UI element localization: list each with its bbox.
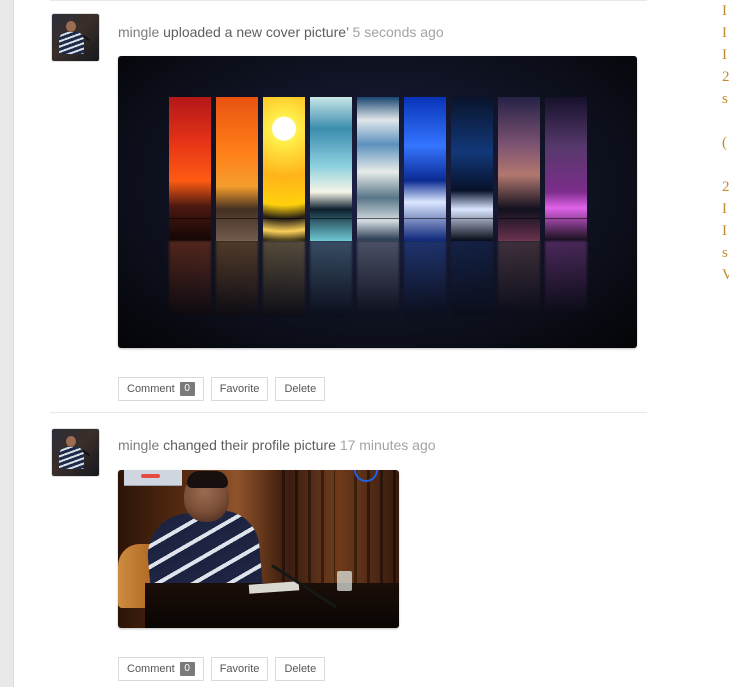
avatar-head-shape (66, 21, 76, 32)
cover-stripe-orange (216, 97, 258, 241)
avatar-body-shape (59, 447, 84, 469)
right-edge-glyph[interactable]: V (722, 264, 729, 286)
right-edge-glyph[interactable]: I (722, 44, 729, 66)
avatar-head-shape (66, 436, 76, 447)
user-avatar-icon[interactable] (52, 14, 99, 61)
right-edge-glyph[interactable]: s (722, 242, 729, 264)
cover-stripe-sky-blue (357, 97, 399, 241)
comment-button[interactable]: Comment 0 (118, 377, 204, 401)
feed-item-headline: mingle changed their profile picture 17 … (118, 436, 436, 454)
cover-stripe-cyan (310, 97, 352, 241)
person-hair-shape (187, 471, 228, 488)
right-edge-glyph[interactable]: I (722, 198, 729, 220)
comment-button[interactable]: Comment 0 (118, 657, 204, 681)
activity-time: 17 minutes ago (339, 437, 436, 453)
feed-item-actions: Comment 0 Favorite Delete (118, 377, 332, 401)
feed-item-divider (50, 412, 647, 413)
delete-button[interactable]: Delete (275, 377, 326, 401)
activity-feed-page: mingle uploaded a new cover picture’ 5 s… (0, 0, 729, 687)
delete-button[interactable]: Delete (275, 657, 326, 681)
cover-reflection-red (169, 241, 211, 316)
cover-reflection-violet (498, 241, 540, 316)
right-edge-glyph[interactable]: s (722, 88, 729, 110)
cover-reflection-purple (545, 241, 587, 316)
cover-stripe-blue (404, 97, 446, 241)
right-edge-glyph[interactable]: I (722, 22, 729, 44)
feed-item-actions: Comment 0 Favorite Delete (118, 657, 332, 681)
activity-time: 5 seconds ago (352, 24, 444, 40)
actor-name[interactable]: mingle (118, 24, 159, 40)
right-edge-cropped-text: I I I 2 s ( 2 I I s V (722, 0, 729, 305)
background-sign (124, 470, 182, 486)
cover-reflection-orange (216, 241, 258, 316)
glass-shape (337, 571, 352, 591)
cover-reflection-yellow (263, 241, 305, 316)
cover-stripe-red (169, 97, 211, 241)
cover-stripe-yellow (263, 97, 305, 241)
right-edge-glyph (722, 154, 729, 176)
activity-action: changed their profile picture (163, 437, 336, 453)
comment-label: Comment (127, 383, 175, 395)
feed-item-headline: mingle uploaded a new cover picture’ 5 s… (118, 23, 444, 41)
cover-reflection-cyan (310, 241, 352, 316)
comment-count-badge: 0 (179, 662, 195, 676)
right-edge-glyph[interactable]: 2 (722, 176, 729, 198)
comment-label: Comment (127, 663, 175, 675)
comment-count-badge: 0 (179, 382, 195, 396)
left-rail (0, 0, 14, 687)
cover-stripe-violet (498, 97, 540, 241)
profile-photo-image[interactable] (118, 470, 399, 628)
actor-name[interactable]: mingle (118, 437, 159, 453)
right-edge-glyph[interactable]: ( (722, 132, 729, 154)
cover-stripe-navy (451, 97, 493, 241)
favorite-button[interactable]: Favorite (210, 657, 269, 681)
right-edge-glyph[interactable]: 2 (722, 66, 729, 88)
top-divider (50, 0, 647, 1)
avatar-body-shape (59, 32, 84, 54)
activity-action: uploaded a new cover picture’ (163, 24, 349, 40)
right-edge-glyph (722, 110, 729, 132)
user-avatar-icon[interactable] (52, 429, 99, 476)
cover-reflection-blue (404, 241, 446, 316)
right-edge-glyph[interactable]: I (722, 220, 729, 242)
favorite-button[interactable]: Favorite (210, 377, 269, 401)
cover-reflection-navy (451, 241, 493, 316)
cover-photo-image[interactable] (118, 56, 637, 348)
right-edge-glyph[interactable]: I (722, 0, 729, 22)
cover-stripe-purple (545, 97, 587, 241)
cover-reflection-sky-blue (357, 241, 399, 316)
